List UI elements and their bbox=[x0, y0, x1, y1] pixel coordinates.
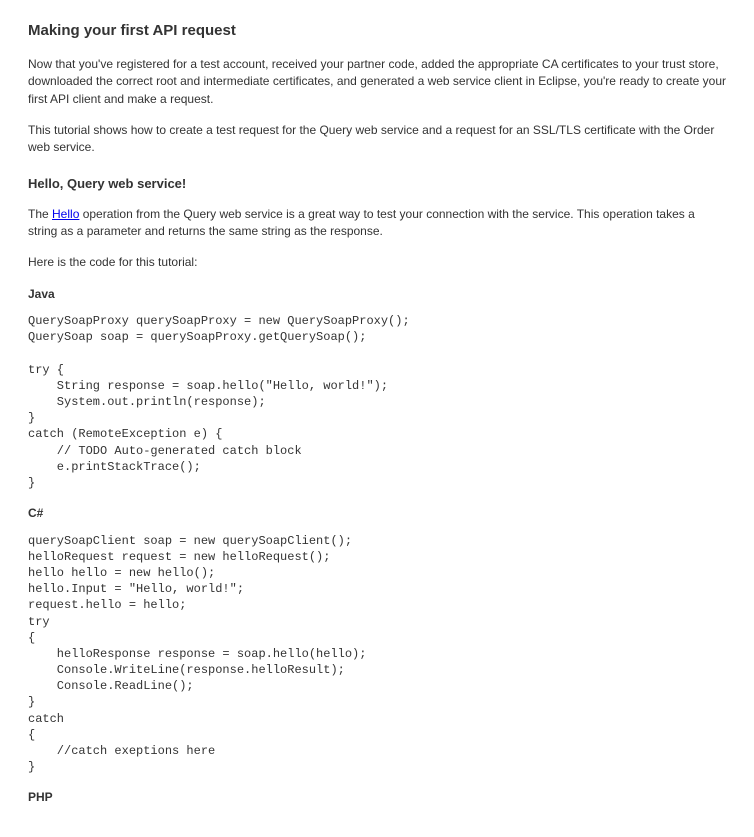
text-post-link: operation from the Query web service is … bbox=[28, 207, 695, 238]
php-heading: PHP bbox=[28, 789, 726, 806]
java-code-block: QuerySoapProxy querySoapProxy = new Quer… bbox=[28, 313, 726, 491]
section-paragraph-2: Here is the code for this tutorial: bbox=[28, 254, 726, 271]
hello-link[interactable]: Hello bbox=[52, 207, 79, 221]
section-paragraph-1: The Hello operation from the Query web s… bbox=[28, 206, 726, 241]
intro-paragraph-1: Now that you've registered for a test ac… bbox=[28, 56, 726, 108]
intro-paragraph-2: This tutorial shows how to create a test… bbox=[28, 122, 726, 157]
java-heading: Java bbox=[28, 286, 726, 303]
csharp-code-block: querySoapClient soap = new querySoapClie… bbox=[28, 533, 726, 776]
section-heading-hello-query: Hello, Query web service! bbox=[28, 175, 726, 194]
csharp-heading: C# bbox=[28, 505, 726, 522]
page-title: Making your first API request bbox=[28, 20, 726, 42]
text-pre-link: The bbox=[28, 207, 52, 221]
